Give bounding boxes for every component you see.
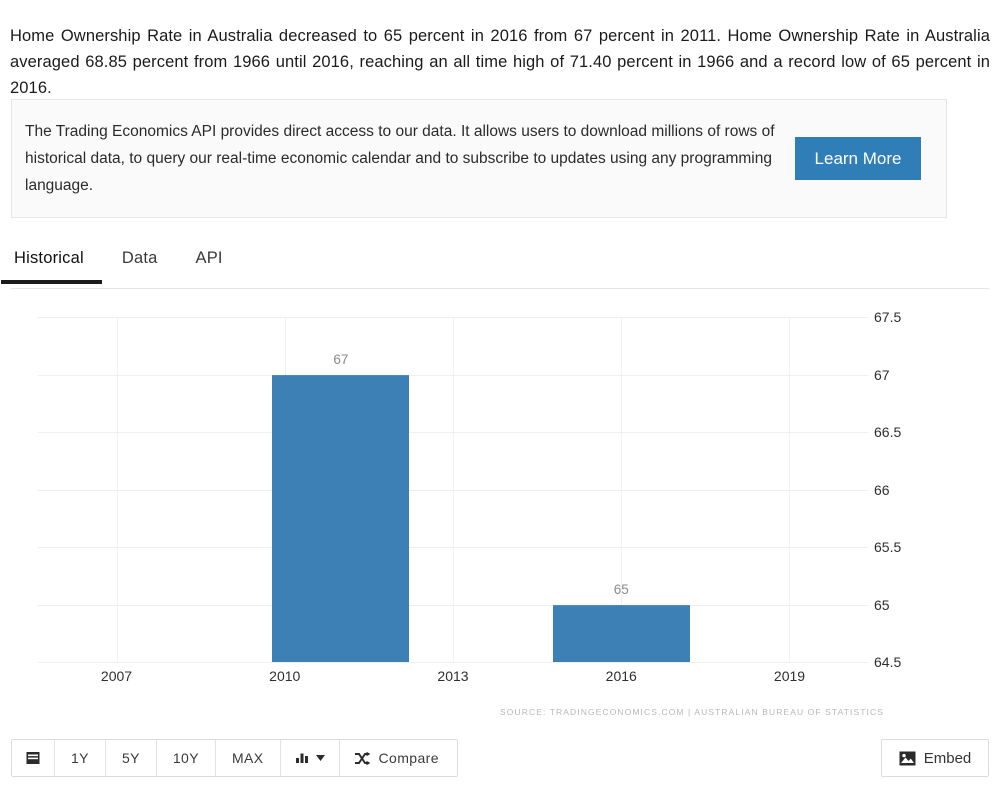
- bar-chart-icon: [295, 751, 310, 765]
- chart-plot-area[interactable]: 67 65: [38, 317, 868, 663]
- y-axis-tick: 66: [874, 481, 890, 498]
- y-axis-tick: 65.5: [874, 539, 902, 555]
- chart-toolbar-left-group: 1Y 5Y 10Y MAX Compare: [11, 739, 458, 777]
- tab-api[interactable]: API: [194, 247, 225, 282]
- chart-container: 67 65 67.5 67 66.5 66 65.5 65 64.5 2007 2010 2013…: [0, 296, 1000, 736]
- chart-source-attribution: SOURCE: TRADINGECONOMICS.COM | AUSTRALIA…: [500, 707, 884, 717]
- x-axis-tick: 2007: [100, 668, 133, 684]
- tab-historical[interactable]: Historical: [1, 247, 102, 284]
- chart-toolbar: 1Y 5Y 10Y MAX Compare Embed: [11, 738, 989, 778]
- x-axis-tick: 2016: [605, 668, 637, 684]
- calendar-icon: [25, 750, 41, 766]
- y-axis-tick: 67.5: [874, 309, 902, 325]
- x-axis-tick: 2019: [773, 668, 806, 684]
- tab-data[interactable]: Data: [120, 247, 160, 282]
- image-icon: [899, 751, 916, 766]
- gridline-vertical: [116, 317, 118, 662]
- api-promo-box: The Trading Economics API provides direc…: [11, 99, 947, 218]
- summary-paragraph: Home Ownership Rate in Australia decreas…: [10, 26, 990, 97]
- y-axis-tick: 65: [874, 596, 890, 613]
- gridline-vertical: [453, 317, 454, 662]
- compare-label: Compare: [378, 750, 439, 766]
- gridline-horizontal: [38, 662, 868, 663]
- range-5y-button[interactable]: 5Y: [105, 740, 157, 776]
- calendar-button[interactable]: [12, 740, 55, 776]
- learn-more-button[interactable]: Learn More: [795, 137, 921, 180]
- range-1y-button[interactable]: 1Y: [55, 740, 106, 776]
- y-axis-tick: 67: [874, 366, 890, 383]
- x-axis-tick: 2010: [269, 668, 301, 684]
- shuffle-icon: [354, 751, 371, 766]
- y-axis-tick: 66.5: [874, 424, 902, 440]
- chart-bar[interactable]: [272, 374, 410, 662]
- tab-bar: Historical Data API: [1, 247, 989, 289]
- embed-button[interactable]: Embed: [881, 739, 989, 777]
- chart-bar[interactable]: [552, 604, 690, 662]
- x-axis-tick: 2013: [437, 668, 469, 684]
- range-10y-button[interactable]: 10Y: [156, 740, 216, 776]
- range-max-button[interactable]: MAX: [216, 740, 281, 776]
- api-promo-text: The Trading Economics API provides direc…: [25, 123, 775, 194]
- bar-value-label: 67: [333, 351, 349, 367]
- page-root: Home Ownership Rate in Australia decreas…: [0, 0, 1000, 802]
- chevron-down-icon: [315, 755, 325, 761]
- compare-button[interactable]: Compare: [339, 740, 457, 776]
- bar-value-label: 65: [613, 581, 629, 597]
- embed-label: Embed: [923, 749, 972, 767]
- gridline-vertical: [789, 317, 791, 662]
- chart-type-dropdown-button[interactable]: [280, 740, 340, 776]
- y-axis-tick: 64.5: [874, 654, 902, 670]
